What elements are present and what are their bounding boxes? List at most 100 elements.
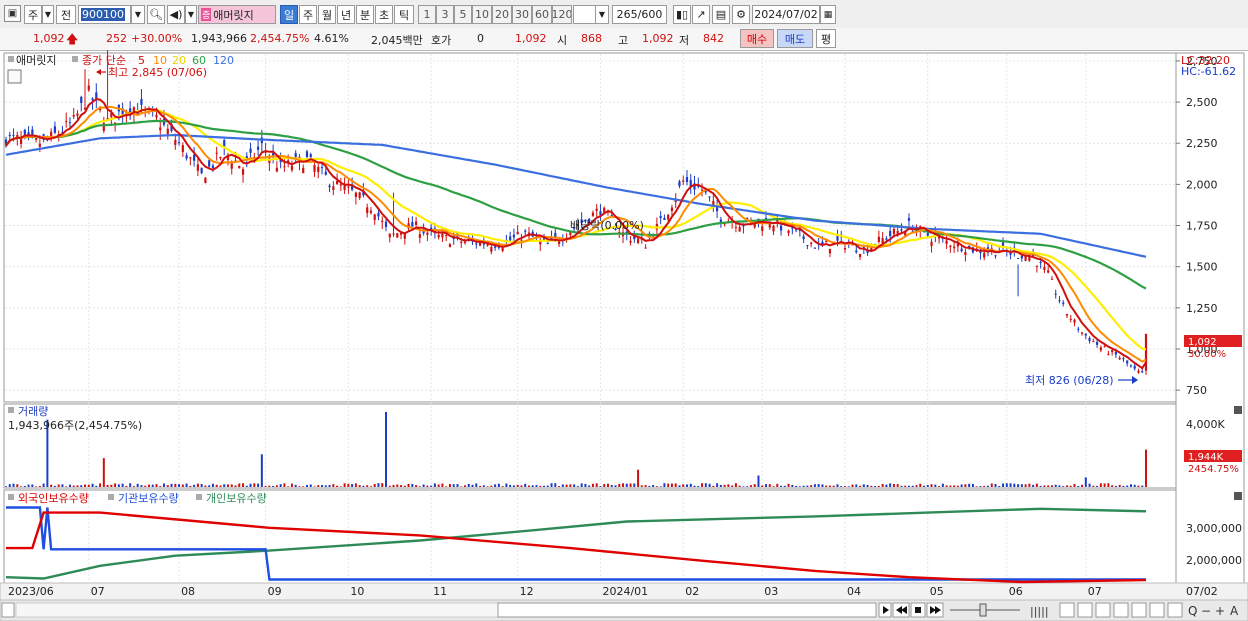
high-price: 1,092 [642,32,674,45]
minute-3-label: 3 [441,8,449,21]
minute-1-button[interactable]: 1 [418,5,436,24]
tab-year[interactable]: 년 [337,5,355,24]
count-input[interactable]: 265/600 [612,5,667,24]
axis-end-date: 07/02 [1186,585,1218,598]
candle-body [836,235,839,241]
candle-body [900,229,903,231]
tab-day[interactable]: 일 [280,5,298,24]
crosshair-icon[interactable] [1095,602,1111,618]
tab-second[interactable]: 초 [375,5,393,24]
buy-button[interactable]: 매수 [740,29,774,48]
volume-bar [309,484,312,487]
sound-dropdown-icon[interactable]: ▼ [185,5,197,24]
prev-button[interactable]: 전 [56,5,76,24]
volume-bar [95,485,98,487]
zoom-fit-icon[interactable]: Q [1188,604,1197,618]
hoga-label: 호가 [431,34,452,47]
volume-bar [637,469,640,487]
volume-bar [501,486,504,487]
layout-icon[interactable] [1059,602,1075,618]
minute-60-button[interactable]: 60 [532,5,552,24]
candle-body [354,192,358,197]
candle-body [80,96,83,104]
volume-bar [226,484,229,487]
volume-bar [1032,484,1035,487]
volume-bar [16,484,19,487]
minute-10-button[interactable]: 10 [472,5,492,24]
volume-bar [35,486,38,487]
candle-body [275,167,278,172]
volume-bar [215,484,218,487]
volume-bar [998,485,1001,487]
minute-5-button[interactable]: 5 [454,5,472,24]
candle-body [249,148,252,153]
candle-body [339,184,342,186]
date-input[interactable]: 2024/07/02 [752,5,820,24]
volume-bar [648,486,651,487]
volume-bar [1118,484,1121,487]
candle-body [953,246,956,249]
save-icon[interactable]: ▤ [712,5,730,24]
volume-bar [923,485,926,487]
candle-body [1073,319,1076,323]
chart-menu-icon[interactable]: ▣ [4,5,21,22]
zoom-out-icon[interactable]: − [1201,604,1211,618]
zoom-in-icon[interactable]: + [1215,604,1225,618]
code-dropdown-icon[interactable]: ▼ [131,5,145,24]
volume-bar [275,485,278,487]
volume-bar [712,485,715,487]
tab-month[interactable]: 월 [318,5,336,24]
holdings-panel-close-icon[interactable] [1234,492,1242,500]
search-icon[interactable]: 🔍︎ [147,5,165,24]
tab-week[interactable]: 주 [299,5,317,24]
font-size-icon[interactable]: A [1230,604,1239,618]
indicator-icon[interactable]: ↗ [692,5,710,24]
copy-icon[interactable] [1149,602,1165,618]
chart-type-icon[interactable] [1113,602,1129,618]
market-type-select[interactable]: 주 [24,5,42,24]
volume-bar [610,485,613,487]
tab-tick[interactable]: 틱 [394,5,414,24]
interval-dropdown-icon[interactable]: ▼ [595,5,609,24]
volume-bar [907,485,910,487]
volume-bar [189,485,192,487]
minute-3-button[interactable]: 3 [436,5,454,24]
volume-bar [588,485,591,487]
volume-bar [749,485,752,487]
stock-code-input[interactable]: 900100 [78,5,131,24]
grid-icon[interactable] [1077,602,1093,618]
candle-type-icon[interactable]: ▮▯ [673,5,691,24]
scrollbar-track[interactable] [15,602,499,618]
x-tick-label: 2023/06 [8,585,54,598]
count-max: /600 [637,8,663,21]
sell-button[interactable]: 매도 [777,29,813,48]
candle-body [448,244,452,248]
volume-bar [1013,483,1016,487]
candle-body [369,210,373,213]
minute-30-button[interactable]: 30 [512,5,532,24]
table-toggle-icon[interactable] [7,69,22,84]
scroll-left-icon[interactable] [1,602,15,618]
volume-bar [147,484,150,487]
calendar-icon[interactable]: ▦ [820,5,836,24]
volume-y-tick: 4,000K [1186,418,1225,431]
minute-20-button[interactable]: 20 [492,5,512,24]
print-icon[interactable] [1131,602,1147,618]
tab-minute[interactable]: 분 [356,5,374,24]
volume-bar [938,486,941,487]
export-icon[interactable] [1167,602,1183,618]
volume-panel-close-icon[interactable] [1234,406,1242,414]
evaluate-button[interactable]: 평 [816,29,836,48]
zoom-slider-handle[interactable] [979,603,987,617]
settings-icon[interactable]: ⚙ [732,5,750,24]
volume-bar [144,485,147,487]
volume-bar [870,485,873,487]
speaker-icon[interactable]: ◀) [167,5,185,24]
volume-bar [72,485,75,487]
volume-bar [757,475,760,487]
minute-120-button[interactable]: 120 [552,5,572,24]
market-dropdown-icon[interactable]: ▼ [42,5,54,24]
scrollbar-thumb[interactable] [497,602,877,618]
candle-body [12,134,15,136]
volume-bar [490,485,493,487]
